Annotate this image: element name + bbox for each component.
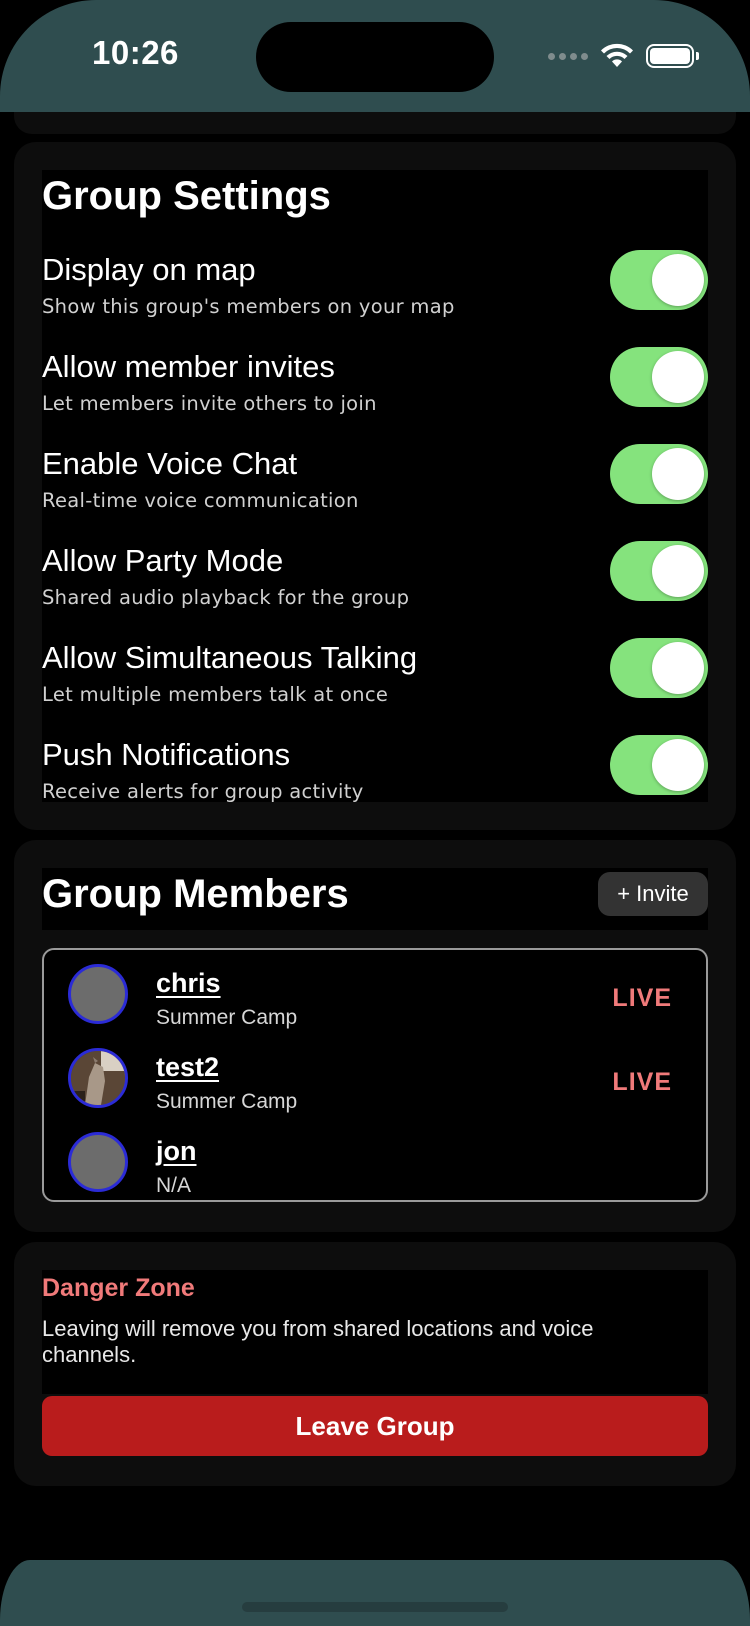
member-name[interactable]: chris bbox=[156, 968, 221, 999]
member-name[interactable]: test2 bbox=[156, 1052, 219, 1083]
setting-subtitle: Let members invite others to join bbox=[42, 392, 377, 415]
avatar bbox=[68, 964, 128, 1024]
toggle-knob bbox=[652, 642, 704, 694]
setting-allow-party-mode: Allow Party Mode Shared audio playback f… bbox=[42, 541, 708, 633]
setting-allow-member-invites: Allow member invites Let members invite … bbox=[42, 347, 708, 439]
group-members-title: Group Members bbox=[42, 872, 349, 916]
avatar bbox=[68, 1132, 128, 1192]
setting-push-notifications: Push Notifications Receive alerts for gr… bbox=[42, 735, 708, 827]
home-indicator[interactable] bbox=[242, 1602, 508, 1612]
toggle-knob bbox=[652, 545, 704, 597]
cellular-dots-icon bbox=[548, 52, 588, 60]
setting-title: Enable Voice Chat bbox=[42, 446, 298, 481]
setting-title: Allow Simultaneous Talking bbox=[42, 640, 418, 675]
avatar-photo-icon bbox=[71, 1051, 125, 1105]
battery-full-icon bbox=[646, 44, 699, 68]
avatar bbox=[68, 1048, 128, 1108]
invite-button[interactable]: + Invite bbox=[598, 872, 708, 916]
group-members-header: Group Members + Invite bbox=[42, 868, 708, 930]
setting-subtitle: Let multiple members talk at once bbox=[42, 683, 389, 706]
status-time: 10:26 bbox=[92, 34, 179, 71]
setting-enable-voice-chat: Enable Voice Chat Real-time voice commun… bbox=[42, 444, 708, 536]
setting-display-on-map: Display on map Show this group's members… bbox=[42, 250, 708, 342]
group-settings-card: Group Settings Display on map Show this … bbox=[14, 142, 736, 830]
setting-subtitle: Show this group's members on your map bbox=[42, 295, 455, 318]
allow-simultaneous-talking-toggle[interactable] bbox=[610, 638, 708, 698]
member-group: Summer Camp bbox=[156, 1090, 298, 1113]
member-row[interactable]: jon N/A bbox=[44, 1128, 706, 1212]
setting-title: Allow member invites bbox=[42, 349, 335, 384]
group-settings-content: Group Settings Display on map Show this … bbox=[42, 170, 708, 803]
member-row[interactable]: test2 Summer Camp LIVE bbox=[44, 1044, 706, 1128]
group-settings-title: Group Settings bbox=[42, 174, 331, 218]
bottom-bar bbox=[0, 1560, 750, 1626]
allow-party-mode-toggle[interactable] bbox=[610, 541, 708, 601]
setting-title: Push Notifications bbox=[42, 737, 291, 772]
wifi-icon bbox=[601, 43, 633, 67]
display-on-map-toggle[interactable] bbox=[610, 250, 708, 310]
danger-zone-content: Danger Zone Leaving will remove you from… bbox=[42, 1270, 708, 1394]
setting-subtitle: Real-time voice communication bbox=[42, 489, 359, 512]
live-badge: LIVE bbox=[612, 984, 672, 1012]
previous-card-edge bbox=[14, 112, 736, 134]
allow-member-invites-toggle[interactable] bbox=[610, 347, 708, 407]
leave-group-button[interactable]: Leave Group bbox=[42, 1396, 708, 1456]
member-row[interactable]: chris Summer Camp LIVE bbox=[44, 960, 706, 1044]
toggle-knob bbox=[652, 351, 704, 403]
phone-screen: 10:26 Group Settings Display on map Show… bbox=[0, 0, 750, 1626]
toggle-knob bbox=[652, 448, 704, 500]
enable-voice-chat-toggle[interactable] bbox=[610, 444, 708, 504]
setting-subtitle: Receive alerts for group activity bbox=[42, 780, 364, 803]
danger-zone-description: Leaving will remove you from shared loca… bbox=[42, 1316, 594, 1367]
danger-zone-card: Danger Zone Leaving will remove you from… bbox=[14, 1242, 736, 1486]
status-bar: 10:26 bbox=[0, 0, 750, 112]
members-list: chris Summer Camp LIVE test2 Summer Camp bbox=[42, 948, 708, 1202]
setting-title: Allow Party Mode bbox=[42, 543, 284, 578]
live-badge: LIVE bbox=[612, 1068, 672, 1096]
group-members-card: Group Members + Invite chris Summer Camp… bbox=[14, 840, 736, 1232]
danger-zone-title: Danger Zone bbox=[42, 1274, 195, 1302]
push-notifications-toggle[interactable] bbox=[610, 735, 708, 795]
setting-title: Display on map bbox=[42, 252, 256, 287]
setting-subtitle: Shared audio playback for the group bbox=[42, 586, 410, 609]
status-icons bbox=[548, 42, 699, 70]
setting-allow-simultaneous-talking: Allow Simultaneous Talking Let multiple … bbox=[42, 638, 708, 730]
member-name[interactable]: jon bbox=[156, 1136, 197, 1167]
toggle-knob bbox=[652, 739, 704, 791]
toggle-knob bbox=[652, 254, 704, 306]
member-group: Summer Camp bbox=[156, 1006, 298, 1029]
member-group: N/A bbox=[156, 1174, 192, 1197]
dynamic-island bbox=[256, 22, 494, 92]
